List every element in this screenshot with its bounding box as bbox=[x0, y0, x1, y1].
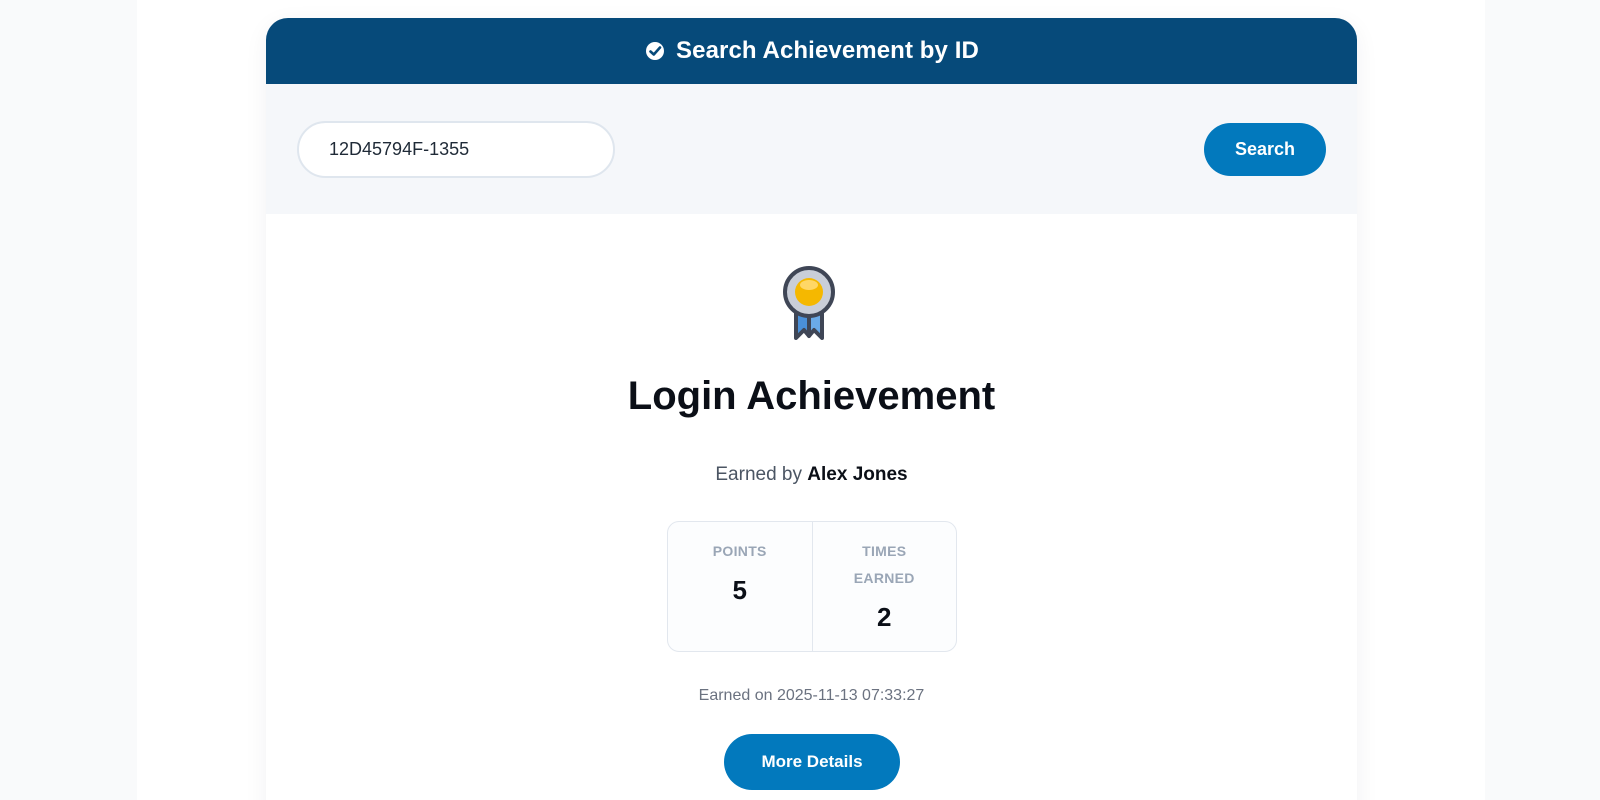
achievement-title: Login Achievement bbox=[627, 374, 996, 418]
earned-by-name: Alex Jones bbox=[807, 464, 908, 485]
badge-check-icon bbox=[644, 40, 666, 62]
times-earned-value: 2 bbox=[877, 602, 892, 632]
points-stat: POINTS 5 bbox=[668, 522, 812, 651]
earned-by-prefix: Earned by bbox=[715, 464, 802, 485]
earned-on-timestamp: Earned on 2025-11-13 07:33:27 bbox=[698, 687, 925, 704]
earned-by-line: Earned by Alex Jones bbox=[266, 464, 1357, 486]
card-header: Search Achievement by ID bbox=[266, 18, 1357, 84]
medal-icon bbox=[783, 266, 835, 340]
search-bar: Search bbox=[266, 84, 1357, 214]
points-label: POINTS bbox=[712, 543, 767, 559]
points-value: 5 bbox=[732, 575, 747, 605]
achievement-id-input[interactable] bbox=[297, 120, 615, 178]
times-earned-label: TIMES EARNED bbox=[853, 543, 915, 586]
header-title: Search Achievement by ID bbox=[676, 37, 979, 64]
search-button[interactable]: Search bbox=[1204, 122, 1326, 176]
achievement-stats: POINTS 5 TIMES EARNED 2 bbox=[667, 521, 957, 652]
more-details-button[interactable]: More Details bbox=[724, 734, 900, 790]
achievement-search-card: Search Achievement by ID Search Login Ac… bbox=[266, 18, 1357, 800]
times-earned-stat: TIMES EARNED 2 bbox=[811, 522, 957, 651]
